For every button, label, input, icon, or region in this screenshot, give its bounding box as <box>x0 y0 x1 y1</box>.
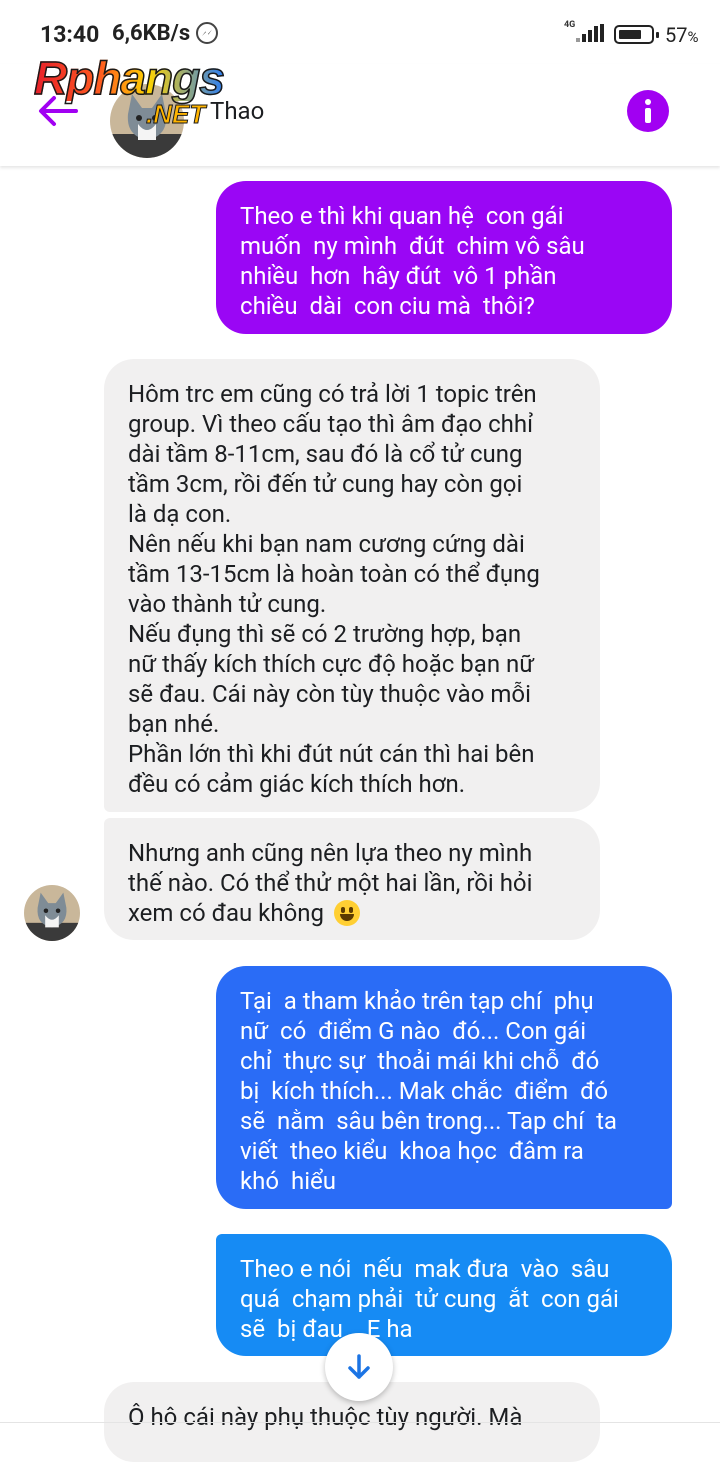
scroll-to-bottom-button[interactable] <box>325 1333 393 1401</box>
received-message-bubble[interactable]: Nhưng anh cũng nên lựa theo ny mình thế … <box>104 818 600 940</box>
sent-message-bubble[interactable]: Theo e nói nếu mak đưa vào sâu quá chạm … <box>216 1234 672 1356</box>
signal-icon <box>576 24 604 42</box>
info-icon[interactable] <box>627 90 669 132</box>
watermark-logo: Rphangs .NET <box>33 52 254 135</box>
arrow-down-icon <box>348 1354 370 1379</box>
battery-level: 57% <box>665 23 699 47</box>
network-type: 4G <box>564 20 576 30</box>
network-speed: 6,6KB/s <box>112 21 191 46</box>
watermark-sub: .NET <box>145 99 206 129</box>
received-message-bubble[interactable]: Hôm trc em cũng có trả lời 1 topic trên … <box>104 359 600 812</box>
status-time: 13:40 <box>40 21 100 48</box>
watermark-main: Rphangs <box>33 52 225 104</box>
sent-message-bubble[interactable]: Tại a tham khảo trên tạp chí phụ nữ có đ… <box>216 966 672 1209</box>
grinning-face-emoji <box>333 900 360 926</box>
battery-icon <box>614 25 659 44</box>
contact-avatar-small[interactable] <box>24 885 80 941</box>
sent-message-bubble[interactable]: Theo e thì khi quan hệ con gái muốn ny m… <box>216 181 672 334</box>
messenger-icon <box>196 22 218 44</box>
divider <box>0 1422 720 1423</box>
